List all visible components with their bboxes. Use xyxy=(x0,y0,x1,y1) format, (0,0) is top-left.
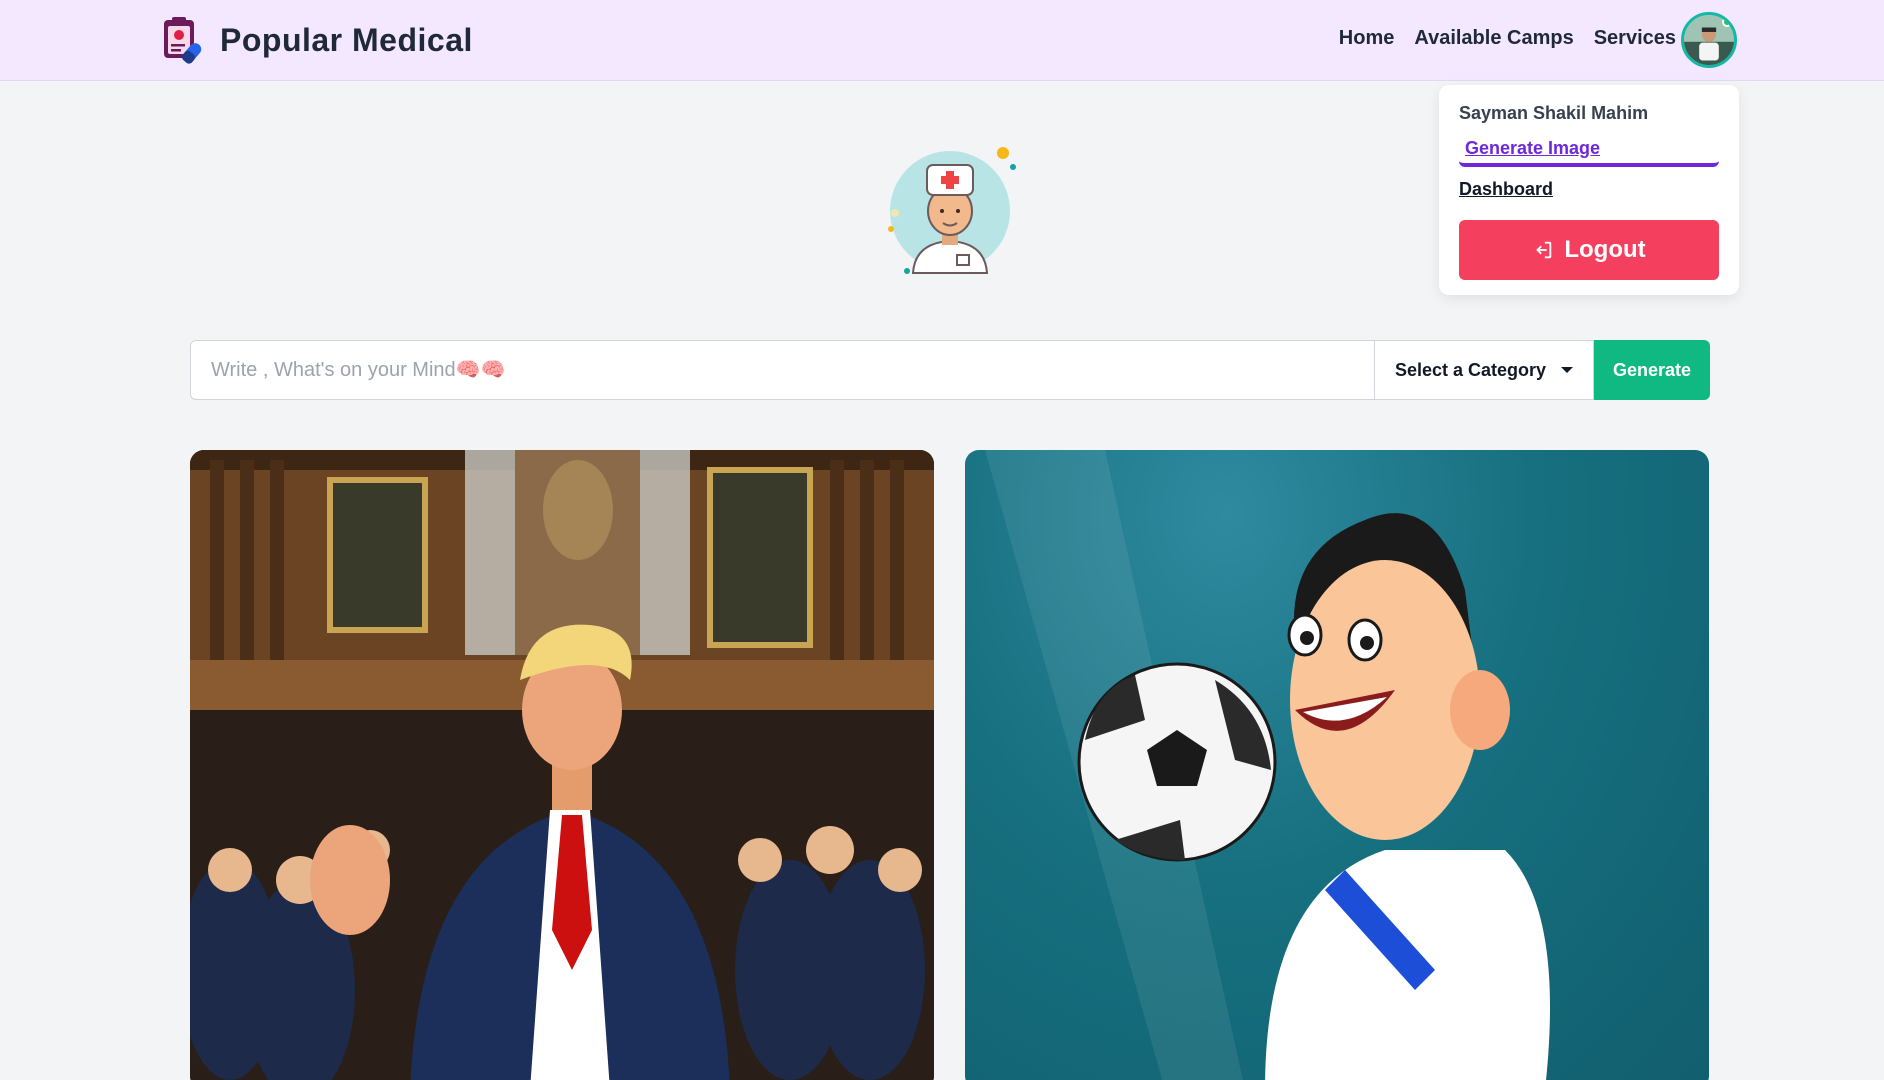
logout-label: Logout xyxy=(1564,236,1646,263)
courtroom-illustration xyxy=(190,450,934,1080)
doctor-illustration xyxy=(888,147,1016,274)
logout-button[interactable]: Logout xyxy=(1459,220,1719,280)
main-nav: Home Available Camps Services xyxy=(1339,27,1676,50)
chevron-down-icon xyxy=(1561,367,1573,373)
prompt-bar: Select a Category Generate xyxy=(190,340,1710,400)
dashboard-link[interactable]: Dashboard xyxy=(1459,179,1719,200)
soccer-cartoon-illustration xyxy=(985,450,1550,1080)
category-select-label: Select a Category xyxy=(1395,359,1547,380)
nav-home[interactable]: Home xyxy=(1339,27,1395,50)
prompt-input[interactable] xyxy=(190,340,1374,400)
online-status-dot xyxy=(1722,17,1732,27)
brand-title: Popular Medical xyxy=(220,21,473,58)
generate-image-link[interactable]: Generate Image xyxy=(1459,136,1719,167)
medical-clipboard-icon xyxy=(164,17,202,64)
brand[interactable]: Popular Medical xyxy=(158,14,473,66)
user-dropdown-menu: Sayman Shakil Mahim Generate Image Dashb… xyxy=(1439,85,1739,295)
nav-available-camps[interactable]: Available Camps xyxy=(1414,27,1573,50)
user-avatar[interactable] xyxy=(1681,12,1737,68)
navbar: Popular Medical Home Available Camps Ser… xyxy=(0,0,1884,81)
dropdown-user-name: Sayman Shakil Mahim xyxy=(1459,103,1649,123)
generated-image-card[interactable] xyxy=(965,450,1709,1080)
generated-image-card[interactable] xyxy=(190,450,934,1080)
nav-services[interactable]: Services xyxy=(1594,27,1676,50)
logout-icon xyxy=(1536,241,1552,259)
category-select[interactable]: Select a Category xyxy=(1374,340,1594,400)
generate-button[interactable]: Generate xyxy=(1594,340,1710,400)
